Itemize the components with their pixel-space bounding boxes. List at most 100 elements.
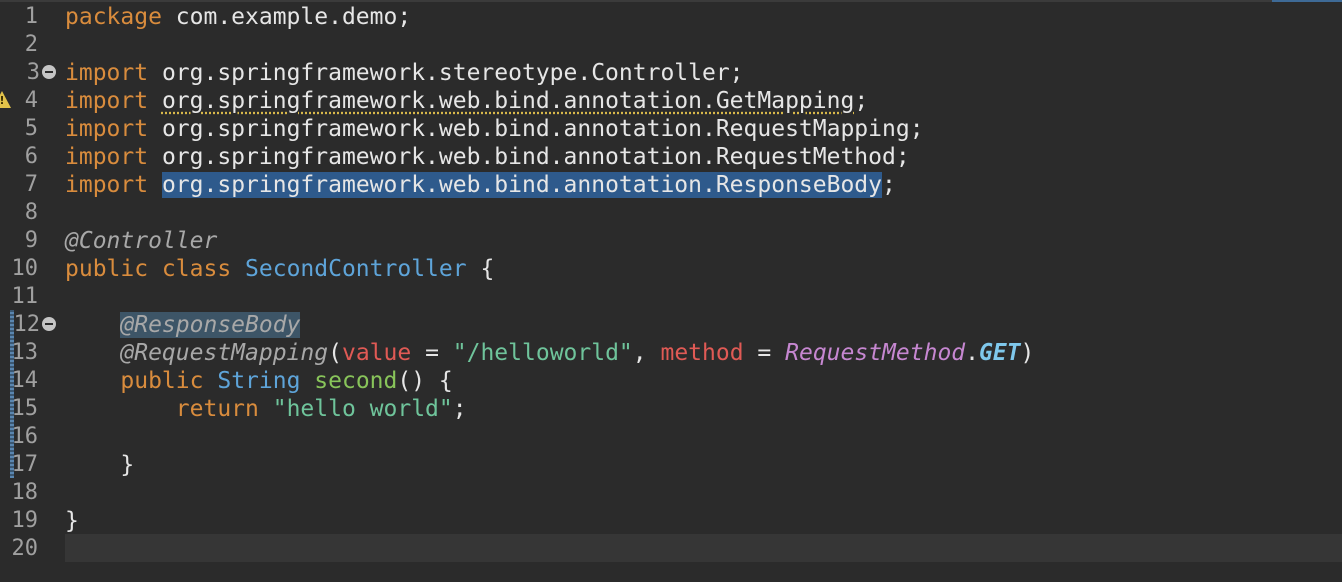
code-line-16[interactable]: 16 xyxy=(0,422,1342,450)
operator: = xyxy=(411,340,453,366)
gutter: 2 xyxy=(0,30,60,58)
code-line-6[interactable]: 6 import org.springframework.web.bind.an… xyxy=(0,142,1342,170)
code-text[interactable]: @RequestMapping(value = "/helloworld", m… xyxy=(65,340,1034,366)
annotation: @Controller xyxy=(65,228,218,254)
gutter: 11 xyxy=(0,282,60,310)
warning-mark: ! xyxy=(0,95,5,107)
code-text[interactable]: import org.springframework.web.bind.anno… xyxy=(65,116,924,142)
enum-constant: GET xyxy=(979,340,1021,366)
gutter: 20 xyxy=(0,534,60,562)
fold-collapse-icon[interactable] xyxy=(42,317,56,331)
type-name: String xyxy=(217,368,301,394)
line-number: 6 xyxy=(24,144,38,169)
code-line-19[interactable]: 19 } xyxy=(0,506,1342,534)
code-line-12[interactable]: 12 @ResponseBody xyxy=(0,310,1342,338)
code-line-5[interactable]: 5 import org.springframework.web.bind.an… xyxy=(0,114,1342,142)
line-number: 8 xyxy=(24,200,38,225)
keyword: import xyxy=(65,172,149,198)
gutter: 18 xyxy=(0,478,60,506)
gutter: 19 xyxy=(0,506,60,534)
code-line-20[interactable]: 20 xyxy=(0,534,1342,562)
code-text[interactable]: return "hello world"; xyxy=(65,396,467,422)
method-name: second xyxy=(314,368,398,394)
gutter: 15 xyxy=(0,394,60,422)
line-number: 15 xyxy=(11,396,39,421)
line-number: 5 xyxy=(24,116,38,141)
paren: ) xyxy=(1020,340,1035,366)
operator: = xyxy=(743,340,786,366)
line-number: 12 xyxy=(13,312,41,337)
unused-import-path[interactable]: org.springframework.web.bind.annotation.… xyxy=(162,88,854,114)
code-line-4[interactable]: ! 4 import org.springframework.web.bind.… xyxy=(0,86,1342,114)
code-text[interactable]: import org.springframework.web.bind.anno… xyxy=(65,172,896,198)
line-number: 14 xyxy=(11,368,39,393)
code-text[interactable]: @Controller xyxy=(65,228,217,254)
code-line-10[interactable]: 10 public class SecondController { xyxy=(0,254,1342,282)
code-line-13[interactable]: 13 @RequestMapping(value = "/helloworld"… xyxy=(0,338,1342,366)
keyword: public class xyxy=(65,256,232,282)
gutter: 17 xyxy=(0,450,60,478)
code-text[interactable]: } xyxy=(65,452,134,478)
semicolon: ; xyxy=(854,88,869,114)
code-line-2[interactable]: 2 xyxy=(0,30,1342,58)
code-line-7[interactable]: 7 import org.springframework.web.bind.an… xyxy=(0,170,1342,198)
line-number: 16 xyxy=(11,424,39,449)
line-number: 10 xyxy=(11,256,39,281)
code-line-14[interactable]: 14 public String second() { xyxy=(0,366,1342,394)
import-path: org.springframework.stereotype.Controlle… xyxy=(148,60,744,86)
code-text[interactable]: import org.springframework.stereotype.Co… xyxy=(65,60,744,86)
code-text[interactable]: @ResponseBody xyxy=(65,312,301,338)
line-number: 4 xyxy=(24,88,38,113)
code-line-11[interactable]: 11 xyxy=(0,282,1342,310)
keyword: import xyxy=(65,116,149,142)
keyword: return xyxy=(175,396,259,422)
code-text[interactable]: public String second() { xyxy=(65,368,453,394)
code-text[interactable]: public class SecondController { xyxy=(65,256,494,282)
gutter: 5 xyxy=(0,114,60,142)
selected-text[interactable]: org.springframework.web.bind.annotation.… xyxy=(161,172,883,198)
code-text[interactable]: import org.springframework.web.bind.anno… xyxy=(65,144,910,170)
keyword: import xyxy=(65,88,149,114)
gutter: 9 xyxy=(0,226,60,254)
brace: { xyxy=(466,256,495,282)
gutter: 1 xyxy=(0,2,60,30)
keyword: import xyxy=(65,144,149,170)
import-path: org.springframework.web.bind.annotation.… xyxy=(148,144,910,170)
gutter: 14 xyxy=(0,366,60,394)
class-name: SecondController xyxy=(245,256,467,282)
code-line-18[interactable]: 18 xyxy=(0,478,1342,506)
comma: , xyxy=(632,340,661,366)
code-line-3[interactable]: 3 import org.springframework.stereotype.… xyxy=(0,58,1342,86)
keyword: import xyxy=(65,60,149,86)
paren: ( xyxy=(328,340,342,366)
code-line-17[interactable]: 17 } xyxy=(0,450,1342,478)
gutter: 16 xyxy=(0,422,60,450)
closing-brace: } xyxy=(65,508,79,534)
closing-brace: } xyxy=(65,452,135,478)
code-line-15[interactable]: 15 return "hello world"; xyxy=(0,394,1342,422)
code-editor[interactable]: 1 package com.example.demo; 2 3 import o… xyxy=(0,0,1342,582)
gutter: ! 4 xyxy=(0,86,60,114)
code-line-9[interactable]: 9 @Controller xyxy=(0,226,1342,254)
gutter: 10 xyxy=(0,254,60,282)
keyword: public xyxy=(120,368,204,394)
code-line-1[interactable]: 1 package com.example.demo; xyxy=(0,2,1342,30)
string-literal: "hello world" xyxy=(272,396,453,422)
line-number: 17 xyxy=(11,452,39,477)
code-text[interactable]: } xyxy=(65,508,79,534)
gutter: 3 xyxy=(0,58,60,86)
line-number: 9 xyxy=(24,228,38,253)
gutter: 8 xyxy=(0,198,60,226)
code-text[interactable]: import org.springframework.web.bind.anno… xyxy=(65,88,868,114)
semicolon: ; xyxy=(452,396,467,422)
parens-brace: () { xyxy=(397,368,453,394)
code-line-8[interactable]: 8 xyxy=(0,198,1342,226)
fold-collapse-icon[interactable] xyxy=(42,65,56,79)
code-text[interactable]: package com.example.demo; xyxy=(65,4,411,30)
line-number: 11 xyxy=(11,284,39,309)
